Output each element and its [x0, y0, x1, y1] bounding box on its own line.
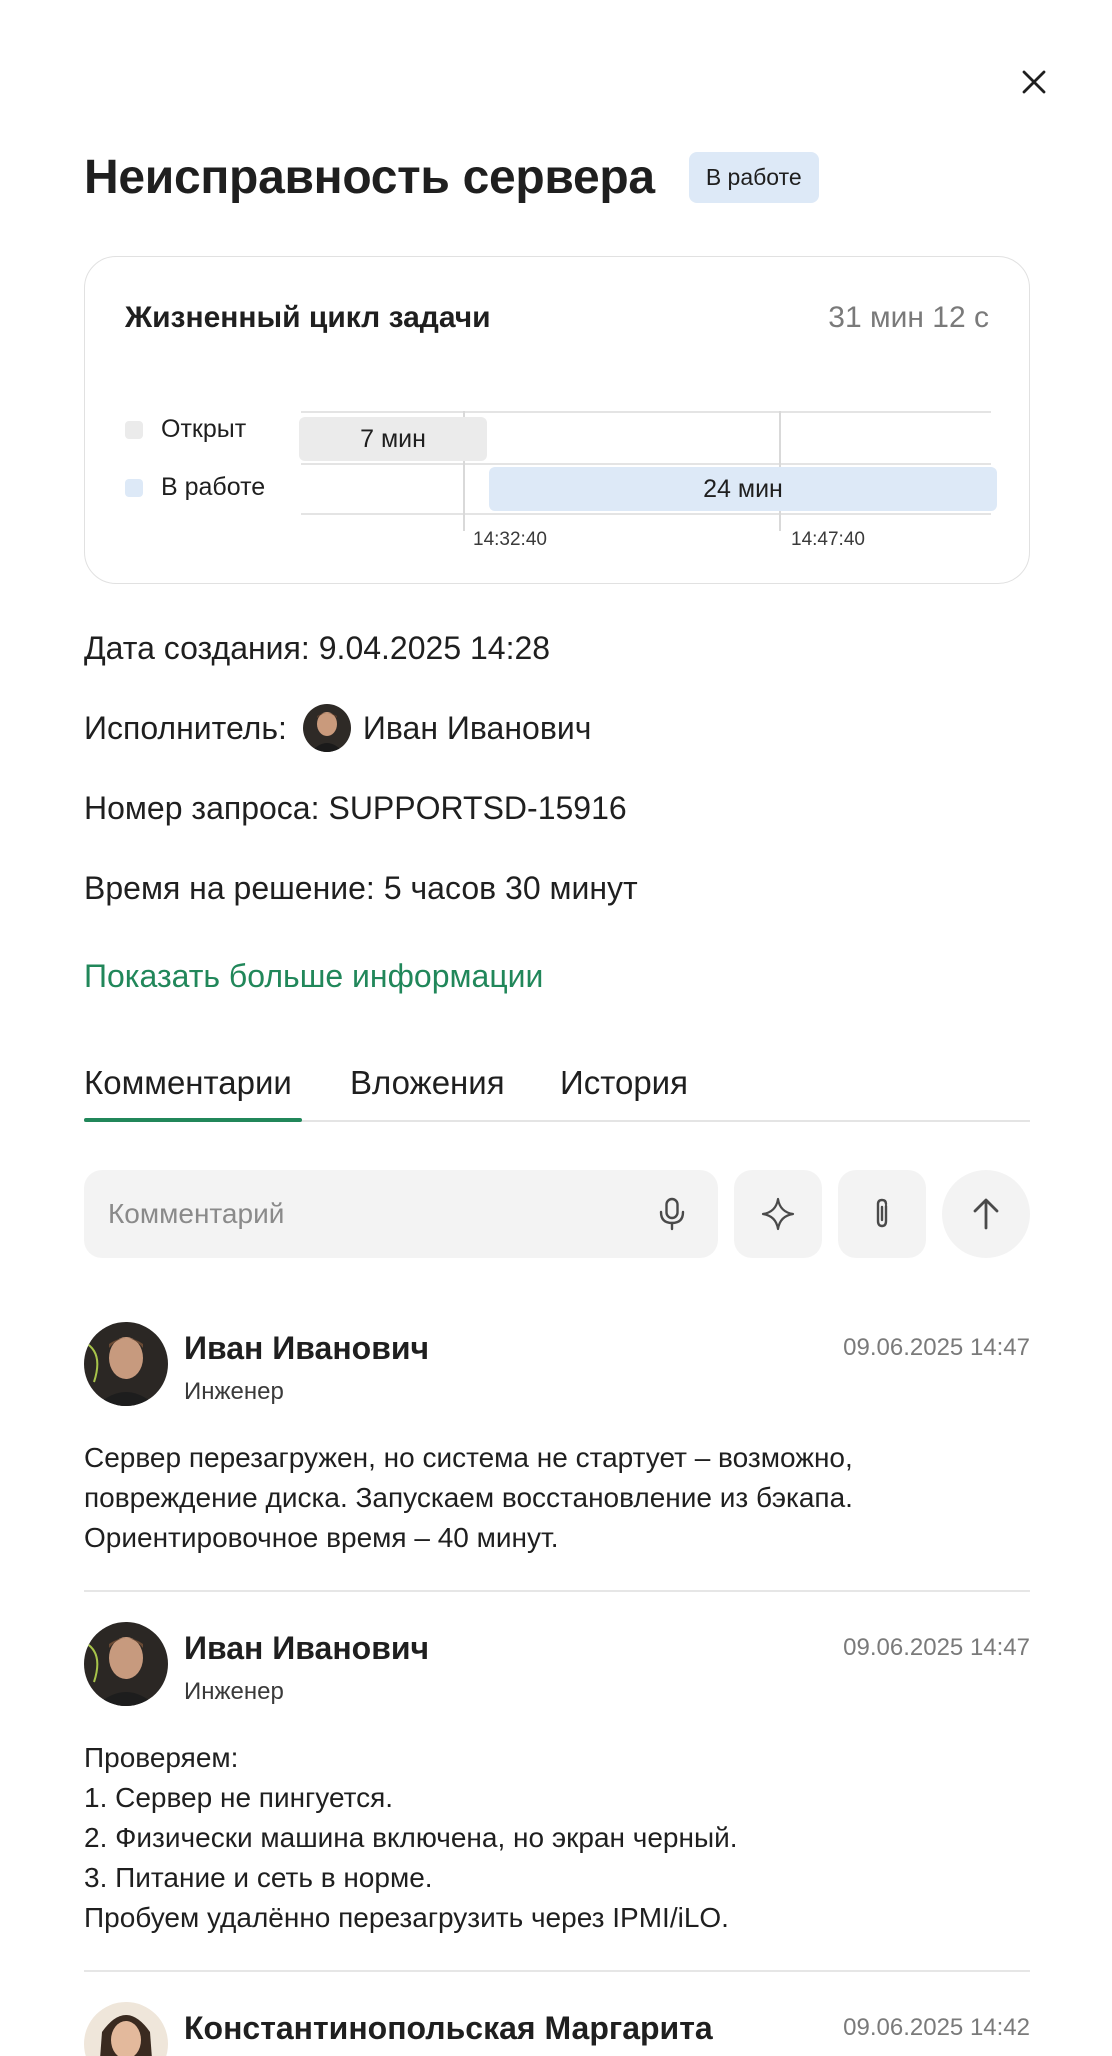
comment-divider [84, 1970, 1030, 1972]
legend-item-open: Открыт [125, 415, 246, 444]
gantt-gridline [301, 411, 991, 413]
legend-swatch-in-progress [125, 478, 143, 497]
comment-text-line: Ориентировочное время – 40 минут. [84, 1522, 559, 1553]
comment-timestamp: 09.06.2025 14:47 [843, 1334, 1030, 1361]
paperclip-icon [876, 1198, 888, 1228]
tab-attachments[interactable]: Вложения [350, 1064, 505, 1102]
attach-button[interactable] [838, 1170, 926, 1258]
comment-text: Сервер перезагружен, но система не старт… [84, 1438, 1030, 1558]
comment-item: Иван Иванович Инженер 09.06.2025 14:47 П… [84, 1622, 1030, 1952]
comment-text-line: Проверяем: [84, 1742, 239, 1773]
avatar [84, 2002, 168, 2056]
ai-assist-button[interactable] [734, 1170, 822, 1258]
comment-text-line: 2. Физически машина включена, но экран ч… [84, 1822, 738, 1853]
comment-item: Иван Иванович Инженер 09.06.2025 14:47 С… [84, 1322, 1030, 1572]
created-date-row: Дата создания: 9.04.2025 14:28 [84, 630, 550, 667]
tab-comments[interactable]: Комментарии [84, 1064, 292, 1102]
send-button[interactable] [942, 1170, 1030, 1258]
comment-text-line: Пробуем удалённо перезагрузить через IPM… [84, 1902, 729, 1933]
assignee-row: Исполнитель: Иван Иванович [84, 704, 591, 752]
close-button[interactable] [1014, 62, 1054, 102]
gantt-bar-open: 7 мин [299, 417, 487, 461]
comment-timestamp: 09.06.2025 14:47 [843, 1634, 1030, 1661]
lifecycle-total-time: 31 мин 12 с [828, 301, 989, 334]
resolve-time-row: Время на решение: 5 часов 30 минут [84, 870, 638, 907]
show-more-link[interactable]: Показать больше информации [84, 958, 543, 995]
request-number-row: Номер запроса: SUPPORTSD-15916 [84, 790, 627, 827]
comment-author-role: Инженер [184, 1378, 284, 1405]
close-icon [1022, 70, 1046, 94]
gantt-bar-in-progress: 24 мин [489, 467, 997, 511]
gantt-gridline [301, 463, 991, 465]
legend-label-open: Открыт [161, 415, 247, 443]
request-number-label: Номер запроса: [84, 790, 320, 826]
tab-active-indicator [84, 1118, 302, 1122]
resolve-time-value: 5 часов 30 минут [383, 870, 638, 906]
resolve-time-label: Время на решение: [84, 870, 375, 906]
comment-text-line: повреждение диска. Запускаем восстановле… [84, 1482, 853, 1513]
lifecycle-title: Жизненный цикл задачи [125, 301, 491, 334]
tab-bar: Комментарии Вложения История [84, 1060, 1030, 1122]
page-title: Неисправность сервера [84, 151, 655, 204]
status-badge: В работе [688, 152, 819, 203]
comment-text: Проверяем: 1. Сервер не пингуется. 2. Фи… [84, 1738, 1030, 1938]
microphone-icon [659, 1197, 685, 1231]
sparkle-icon [761, 1197, 795, 1231]
avatar [302, 704, 351, 752]
arrow-up-icon [973, 1198, 999, 1230]
created-date-label: Дата создания: [84, 630, 310, 666]
gantt-tick-label: 14:47:40 [791, 529, 865, 550]
comment-author[interactable]: Константинопольская Маргарита [184, 2010, 713, 2047]
assignee-name[interactable]: Иван Иванович [363, 710, 591, 747]
comment-author[interactable]: Иван Иванович [184, 1330, 429, 1367]
comment-text-line: 3. Питание и сеть в норме. [84, 1862, 433, 1893]
comment-text-line: 1. Сервер не пингуется. [84, 1782, 394, 1813]
comment-input[interactable] [108, 1170, 628, 1258]
gantt-gridline [301, 513, 991, 515]
tab-history[interactable]: История [560, 1064, 688, 1102]
avatar [84, 1322, 168, 1406]
microphone-button[interactable] [650, 1192, 694, 1236]
created-date-value: 9.04.2025 14:28 [318, 630, 551, 666]
gantt-tick-label: 14:32:40 [473, 529, 547, 550]
comment-divider [84, 1590, 1030, 1592]
legend-item-in-progress: В работе [125, 473, 265, 502]
avatar [84, 1622, 168, 1706]
page-header: Неисправность сервера В работе [84, 150, 819, 205]
comment-timestamp: 09.06.2025 14:42 [843, 2014, 1030, 2041]
legend-label-in-progress: В работе [161, 473, 266, 501]
legend-swatch-open [125, 420, 143, 439]
request-number-value: SUPPORTSD-15916 [328, 790, 627, 826]
comment-author-role: Инженер [184, 1678, 284, 1705]
comment-item: Константинопольская Маргарита 09.06.2025… [84, 2002, 1030, 2056]
assignee-label: Исполнитель: [84, 709, 287, 746]
comment-author[interactable]: Иван Иванович [184, 1630, 429, 1667]
lifecycle-card: Жизненный цикл задачи 31 мин 12 с Открыт… [84, 256, 1030, 584]
comment-input-box[interactable] [84, 1170, 718, 1258]
comment-text-line: Сервер перезагружен, но система не старт… [84, 1442, 853, 1473]
